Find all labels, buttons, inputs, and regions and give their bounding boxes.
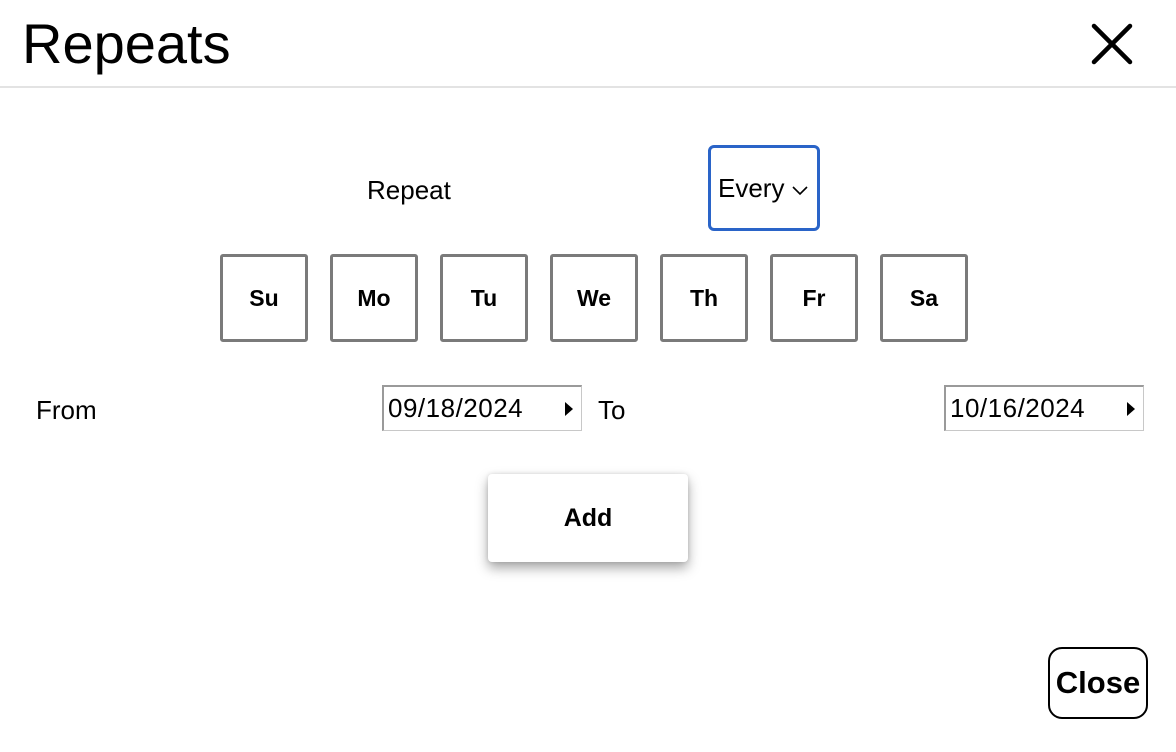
day-button-we[interactable]: We bbox=[550, 254, 638, 342]
close-x-icon[interactable] bbox=[1088, 20, 1136, 68]
repeat-label: Repeat bbox=[367, 175, 451, 205]
day-button-sa[interactable]: Sa bbox=[880, 254, 968, 342]
triangle-right-icon bbox=[1127, 402, 1135, 416]
day-button-fr[interactable]: Fr bbox=[770, 254, 858, 342]
to-date-field[interactable]: 10/16/2024 bbox=[944, 385, 1144, 431]
day-button-su[interactable]: Su bbox=[220, 254, 308, 342]
repeat-select[interactable]: Every bbox=[708, 145, 820, 231]
from-label: From bbox=[36, 395, 97, 425]
repeat-select-value: Every bbox=[718, 172, 785, 203]
dialog-header: Repeats bbox=[0, 0, 1176, 88]
from-date-field[interactable]: 09/18/2024 bbox=[382, 385, 582, 431]
to-date-value: 10/16/2024 bbox=[950, 393, 1086, 423]
day-button-tu[interactable]: Tu bbox=[440, 254, 528, 342]
close-button[interactable]: Close bbox=[1048, 647, 1148, 719]
dialog-title: Repeats bbox=[22, 12, 231, 75]
to-label: To bbox=[598, 395, 626, 425]
day-button-th[interactable]: Th bbox=[660, 254, 748, 342]
add-button[interactable]: Add bbox=[488, 474, 688, 562]
weekday-selector: Su Mo Tu We Th Fr Sa bbox=[220, 254, 968, 342]
day-button-mo[interactable]: Mo bbox=[330, 254, 418, 342]
chevron-down-icon bbox=[792, 183, 809, 196]
from-date-value: 09/18/2024 bbox=[388, 393, 524, 423]
triangle-right-icon bbox=[565, 402, 573, 416]
